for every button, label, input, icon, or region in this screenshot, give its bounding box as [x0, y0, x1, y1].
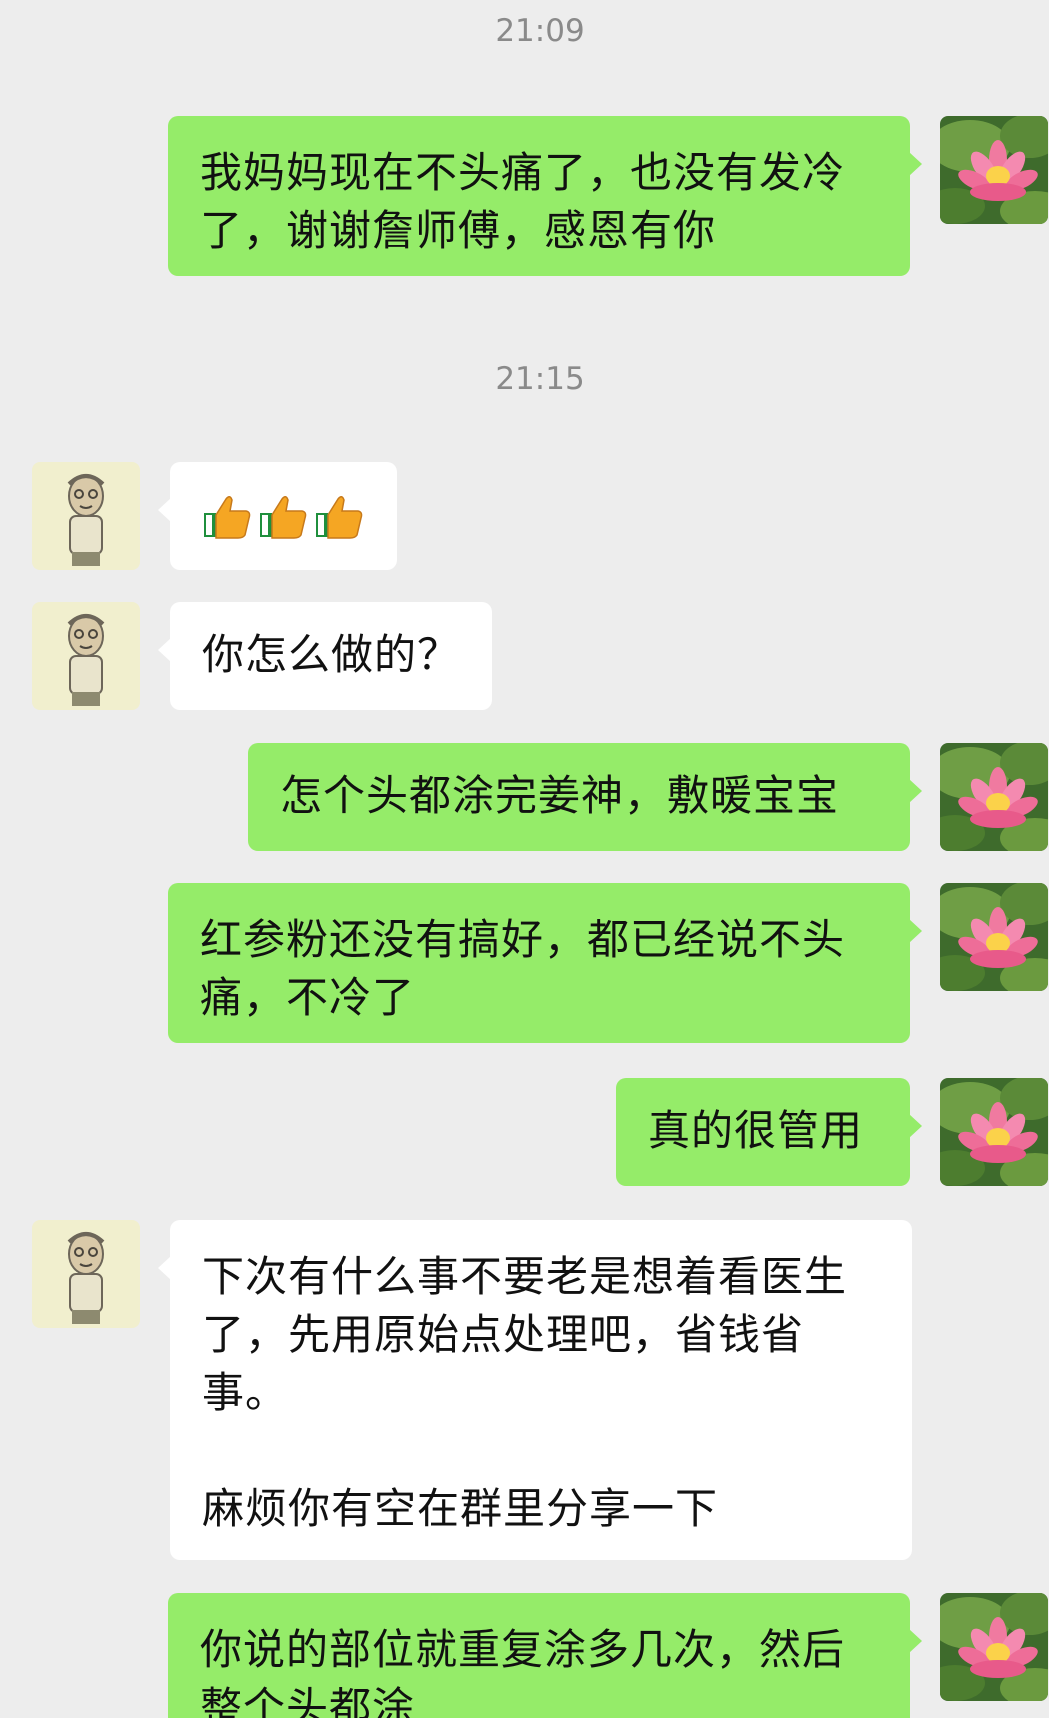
thumbs-up-icon [316, 496, 363, 539]
cartoon-man-avatar-icon [32, 462, 140, 570]
my-avatar[interactable] [940, 1078, 1048, 1186]
message-text: 红参粉还没有搞好，都已经说不头 [200, 915, 846, 964]
my-avatar[interactable] [940, 1593, 1048, 1701]
message-text: 痛，不冷了 [200, 973, 416, 1022]
my-message-bubble[interactable]: 怎个头都涂完姜神，敷暖宝宝 [248, 743, 922, 851]
contact-avatar[interactable] [32, 462, 140, 570]
message-text: 怎个头都涂完姜神，敷暖宝宝 [280, 771, 840, 820]
timestamp: 21:15 [495, 361, 585, 397]
message-text: 你怎么做的？ [202, 630, 461, 679]
my-avatar[interactable] [940, 743, 1048, 851]
contact-message-bubble[interactable]: 下次有什么事不要老是想着看医生 了，先用原始点处理吧，省钱省 事。 麻烦你有空在… [158, 1220, 912, 1560]
contact-message-bubble[interactable] [158, 462, 397, 570]
emoji-row [202, 487, 365, 545]
chat-screen[interactable]: 21:09 我妈妈现在不头痛了，也没有发冷 了，谢谢詹师傅，感恩有你 21:15 [0, 0, 1049, 1733]
my-avatar[interactable] [940, 883, 1048, 991]
my-avatar[interactable] [940, 116, 1048, 224]
contact-message-bubble[interactable]: 你怎么做的？ [158, 602, 492, 710]
thumbs-up-icon [260, 496, 307, 539]
contact-avatar[interactable] [32, 602, 140, 710]
lotus-flower-avatar-icon [940, 743, 1048, 851]
my-message-bubble[interactable]: 红参粉还没有搞好，都已经说不头 痛，不冷了 [168, 883, 922, 1043]
timestamp: 21:09 [495, 13, 585, 49]
lotus-flower-avatar-icon [940, 116, 1048, 224]
message-text: 了，先用原始点处理吧，省钱省 [202, 1310, 805, 1359]
my-message-bubble[interactable]: 我妈妈现在不头痛了，也没有发冷 了，谢谢詹师傅，感恩有你 [168, 116, 922, 276]
message-text: 麻烦你有空在群里分享一下 [202, 1484, 719, 1533]
message-text: 我妈妈现在不头痛了，也没有发冷 [200, 148, 846, 197]
my-message-bubble[interactable]: 真的很管用 [616, 1078, 922, 1186]
my-message-bubble[interactable]: 你说的部位就重复涂多几次，然后 整个头都涂 [168, 1593, 922, 1733]
bottom-edge [0, 1718, 1049, 1733]
message-text: 了，谢谢詹师傅，感恩有你 [200, 206, 717, 255]
thumbs-up-icon [204, 496, 251, 539]
contact-avatar[interactable] [32, 1220, 140, 1328]
message-text: 下次有什么事不要老是想着看医生 [202, 1252, 848, 1301]
lotus-flower-avatar-icon [940, 1078, 1048, 1186]
cartoon-man-avatar-icon [32, 602, 140, 710]
cartoon-man-avatar-icon [32, 1220, 140, 1328]
message-text: 真的很管用 [648, 1106, 864, 1155]
lotus-flower-avatar-icon [940, 883, 1048, 991]
lotus-flower-avatar-icon [940, 1593, 1048, 1701]
message-text: 你说的部位就重复涂多几次，然后 [200, 1625, 846, 1674]
message-text: 事。 [202, 1368, 289, 1417]
